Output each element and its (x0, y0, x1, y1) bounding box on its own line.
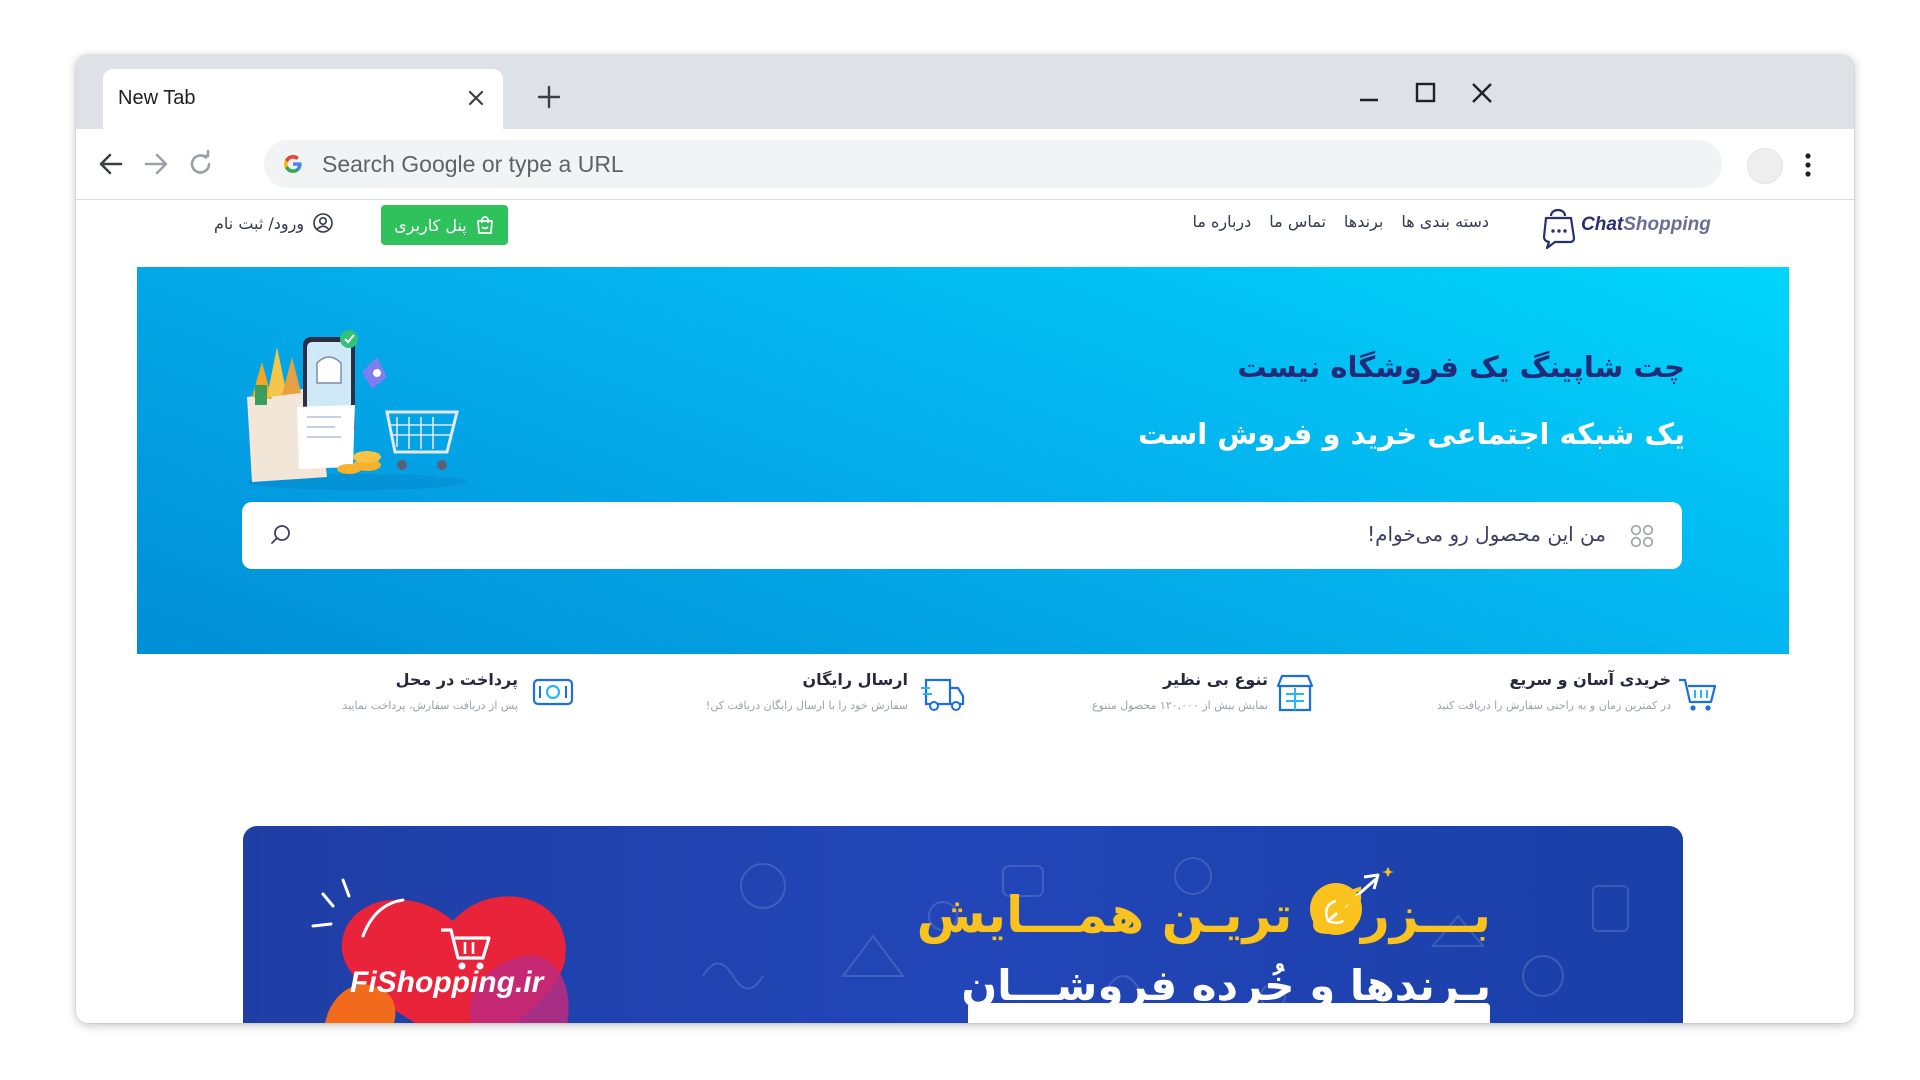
user-panel-label: پنل کاربری (394, 215, 467, 235)
banner-headline: بـــزرگ تریـن همـــایش (916, 886, 1491, 944)
feature-subtitle: پس از دریافت سفارش، پرداخت نمایید (342, 699, 518, 712)
store-icon (1276, 674, 1314, 712)
feature-title: تنوع بی نظیر (1163, 670, 1268, 689)
logo-text-shopping: Shopping (1623, 214, 1711, 235)
logo-text-chat: Chat (1581, 214, 1624, 235)
chat-bag-icon (1542, 208, 1576, 250)
tab-strip: New Tab (76, 55, 1854, 129)
kebab-menu-icon[interactable] (1798, 146, 1818, 184)
feature-strip: خریدی آسان و سریع در کمترین زمان و به را… (76, 670, 1854, 760)
google-g-icon (284, 155, 302, 173)
hero-title: چت شاپینگ یک فروشگاه نیست (1237, 350, 1685, 384)
window-close-icon[interactable] (1462, 73, 1502, 113)
feature-free-shipping: ارسال رایگان سفارش خود را با ارسال رایگا… (606, 670, 966, 750)
minimize-icon[interactable] (1349, 73, 1389, 113)
search-icon[interactable] (268, 522, 294, 548)
profile-avatar[interactable] (1747, 148, 1783, 184)
feature-subtitle: نمایش بیش از ۱۲۰,۰۰۰ محصول متنوع (1091, 699, 1268, 712)
omnibox-placeholder: Search Google or type a URL (322, 151, 624, 177)
fishopping-brand-text: FiShopping.ir (350, 966, 544, 999)
cart-icon (1679, 678, 1717, 711)
page-viewport: ChatShopping دسته بندی ها برندها تماس ما… (76, 200, 1854, 1023)
browser-toolbar: Search Google or type a URL (76, 129, 1854, 200)
browser-window: New Tab Search Google or type a URL Chat… (76, 55, 1854, 1023)
feature-variety: تنوع بی نظیر نمایش بیش از ۱۲۰,۰۰۰ محصول … (996, 670, 1336, 750)
feature-title: خریدی آسان و سریع (1509, 670, 1671, 689)
product-search-box[interactable]: من این محصول رو می‌خوام! (242, 502, 1682, 569)
close-icon[interactable] (461, 83, 491, 113)
user-panel-button[interactable]: پنل کاربری (381, 205, 508, 245)
shopping-illustration (247, 330, 467, 490)
nav-about[interactable]: درباره ما (1192, 212, 1251, 231)
tab-title: New Tab (118, 87, 196, 109)
site-header: ChatShopping دسته بندی ها برندها تماس ما… (76, 200, 1854, 252)
tab-new-tab[interactable]: New Tab (103, 69, 503, 129)
feature-subtitle: در کمترین زمان و به راحتی سفارش را دریاف… (1436, 699, 1671, 712)
site-logo[interactable]: ChatShopping (1541, 204, 1741, 250)
feature-subtitle: سفارش خود را با ارسال رایگان دریافت کن! (705, 699, 908, 712)
hero-section: چت شاپینگ یک فروشگاه نیست یک شبکه اجتماع… (137, 267, 1789, 654)
reload-icon[interactable] (181, 144, 221, 184)
grid-menu-icon[interactable] (1629, 523, 1655, 549)
omnibox[interactable]: Search Google or type a URL (264, 140, 1722, 188)
delivery-truck-icon (921, 678, 965, 711)
feature-title: پرداخت در محل (395, 670, 518, 689)
nav-contact[interactable]: تماس ما (1269, 212, 1326, 231)
login-link[interactable]: ورود/ ثبت نام (214, 212, 334, 234)
user-circle-icon (313, 213, 333, 233)
main-nav: دسته بندی ها برندها تماس ما درباره ما (1192, 212, 1489, 231)
logo-wordmark: ChatShopping (1581, 214, 1711, 236)
feature-easy-buy: خریدی آسان و سریع در کمترین زمان و به را… (1371, 670, 1731, 750)
feature-title: ارسال رایگان (802, 670, 908, 689)
nav-brands[interactable]: برندها (1344, 212, 1383, 231)
maximize-icon[interactable] (1405, 73, 1445, 113)
forward-arrow-icon[interactable] (136, 144, 176, 184)
banner-cta-strip (968, 1003, 1490, 1023)
product-search-placeholder: من این محصول رو می‌خوام! (1367, 522, 1606, 546)
shopping-bag-icon (476, 216, 493, 234)
feature-cash-on-delivery: پرداخت در محل پس از دریافت سفارش، پرداخت… (216, 670, 576, 750)
cash-icon (532, 678, 574, 706)
back-arrow-icon[interactable] (91, 144, 131, 184)
login-label: ورود/ ثبت نام (214, 213, 305, 233)
nav-categories[interactable]: دسته بندی ها (1401, 212, 1489, 231)
new-tab-plus-icon[interactable] (531, 79, 567, 115)
hero-subtitle: یک شبکه اجتماعی خرید و فروش است (1138, 417, 1685, 451)
promo-banner[interactable]: FiShopping.ir بـــزرگ تریـن همـــایش بـر… (243, 826, 1683, 1023)
